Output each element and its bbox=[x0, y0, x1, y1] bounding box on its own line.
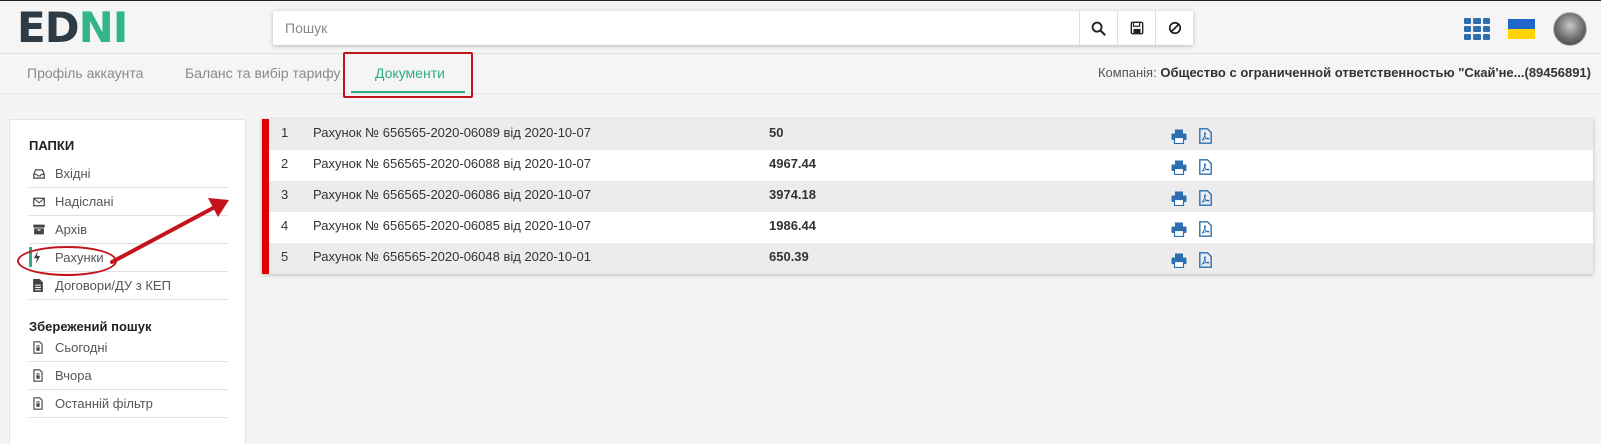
pdf-icon[interactable] bbox=[1196, 127, 1214, 145]
clear-search-button[interactable] bbox=[1155, 11, 1193, 45]
table-row[interactable]: 5 Рахунок № 656565-2020-06048 від 2020-1… bbox=[262, 243, 1593, 274]
envelope-icon bbox=[33, 197, 45, 206]
saved-search-last-filter[interactable]: Останній фільтр bbox=[29, 390, 228, 418]
document-amount: 1986.44 bbox=[769, 218, 816, 233]
folders-title: Папки bbox=[29, 138, 75, 153]
sidebar-item-inbox[interactable]: Вхідні bbox=[29, 160, 228, 188]
sidebar-item-archive[interactable]: Архів bbox=[29, 216, 228, 244]
file-text-icon bbox=[33, 279, 43, 292]
search-bar bbox=[273, 11, 1193, 45]
inbox-icon bbox=[33, 168, 45, 179]
company-info: Компанія: Общество с ограниченной ответс… bbox=[1098, 65, 1591, 80]
edin-logo[interactable]: ED N I bbox=[17, 3, 129, 52]
saved-search-yesterday[interactable]: Вчора bbox=[29, 362, 228, 390]
sidebar-item-label: Надіслані bbox=[55, 194, 114, 209]
pdf-icon[interactable] bbox=[1196, 189, 1214, 207]
sidebar-item-label: Архів bbox=[55, 222, 88, 237]
sidebar-item-label: Сьогодні bbox=[55, 340, 108, 355]
table-row[interactable]: 1 Рахунок № 656565-2020-06089 від 2020-1… bbox=[262, 119, 1593, 150]
document-amount: 4967.44 bbox=[769, 156, 816, 171]
logo-text-end: I bbox=[112, 3, 129, 52]
sidebar-item-contracts[interactable]: Договори/ДУ з КЕП bbox=[29, 272, 228, 300]
tab-balance-tariff[interactable]: Баланс та вибір тарифу bbox=[185, 65, 341, 81]
file-lock-icon bbox=[33, 397, 43, 410]
search-icon bbox=[1091, 21, 1106, 36]
saved-search-today[interactable]: Сьогодні bbox=[29, 334, 228, 362]
document-name[interactable]: Рахунок № 656565-2020-06089 від 2020-10-… bbox=[313, 125, 591, 140]
account-tabs: Профіль аккаунта Баланс та вибір тарифу … bbox=[0, 54, 1601, 94]
sidebar-item-sent[interactable]: Надіслані bbox=[29, 188, 228, 216]
sidebar: Папки Вхідні Надіслані Архів Рахунки Дог… bbox=[9, 119, 246, 444]
row-number: 2 bbox=[281, 156, 289, 171]
ukraine-flag-icon[interactable] bbox=[1508, 19, 1535, 39]
print-icon[interactable] bbox=[1170, 158, 1188, 176]
document-amount: 650.39 bbox=[769, 249, 809, 264]
pdf-icon[interactable] bbox=[1196, 158, 1214, 176]
saved-search-title: Збережений пошук bbox=[29, 319, 152, 334]
document-name[interactable]: Рахунок № 656565-2020-06048 від 2020-10-… bbox=[313, 249, 591, 264]
company-name: Общество с ограниченной ответственностью… bbox=[1160, 65, 1591, 80]
save-icon bbox=[1130, 21, 1143, 35]
document-name[interactable]: Рахунок № 656565-2020-06088 від 2020-10-… bbox=[313, 156, 591, 171]
apps-grid-icon[interactable] bbox=[1464, 18, 1490, 40]
documents-tab-highlight bbox=[343, 52, 473, 98]
invoices-highlight-ellipse bbox=[17, 246, 117, 276]
tab-account-profile[interactable]: Профіль аккаунта bbox=[27, 65, 143, 81]
archive-icon bbox=[33, 224, 45, 235]
documents-table: 1 Рахунок № 656565-2020-06089 від 2020-1… bbox=[262, 119, 1593, 274]
print-icon[interactable] bbox=[1170, 189, 1188, 207]
ban-icon bbox=[1168, 21, 1181, 35]
file-lock-icon bbox=[33, 341, 43, 354]
row-number: 3 bbox=[281, 187, 289, 202]
company-label: Компанія: bbox=[1097, 65, 1157, 80]
document-name[interactable]: Рахунок № 656565-2020-06086 від 2020-10-… bbox=[313, 187, 591, 202]
sidebar-item-label: Договори/ДУ з КЕП bbox=[55, 278, 171, 293]
table-row[interactable]: 4 Рахунок № 656565-2020-06085 від 2020-1… bbox=[262, 212, 1593, 243]
print-icon[interactable] bbox=[1170, 127, 1188, 145]
pdf-icon[interactable] bbox=[1196, 251, 1214, 269]
user-avatar[interactable] bbox=[1553, 12, 1587, 46]
search-button[interactable] bbox=[1079, 11, 1117, 45]
file-lock-icon bbox=[33, 369, 43, 382]
row-number: 5 bbox=[281, 249, 289, 264]
document-name[interactable]: Рахунок № 656565-2020-06085 від 2020-10-… bbox=[313, 218, 591, 233]
row-number: 4 bbox=[281, 218, 289, 233]
logo-text-main: ED bbox=[17, 3, 80, 52]
document-amount: 50 bbox=[769, 125, 784, 140]
print-icon[interactable] bbox=[1170, 220, 1188, 238]
row-number: 1 bbox=[281, 125, 289, 140]
table-row[interactable]: 3 Рахунок № 656565-2020-06086 від 2020-1… bbox=[262, 181, 1593, 212]
print-icon[interactable] bbox=[1170, 251, 1188, 269]
table-row[interactable]: 2 Рахунок № 656565-2020-06088 від 2020-1… bbox=[262, 150, 1593, 181]
header-right-tools bbox=[1464, 12, 1587, 46]
save-search-button[interactable] bbox=[1117, 11, 1155, 45]
top-header: ED N I bbox=[0, 0, 1601, 54]
document-amount: 3974.18 bbox=[769, 187, 816, 202]
sidebar-item-label: Вчора bbox=[55, 368, 92, 383]
search-input[interactable] bbox=[273, 11, 1079, 45]
pdf-icon[interactable] bbox=[1196, 220, 1214, 238]
logo-text-accent: N bbox=[78, 3, 114, 52]
sidebar-item-label: Останній фільтр bbox=[55, 396, 153, 411]
sidebar-item-label: Вхідні bbox=[55, 166, 91, 181]
